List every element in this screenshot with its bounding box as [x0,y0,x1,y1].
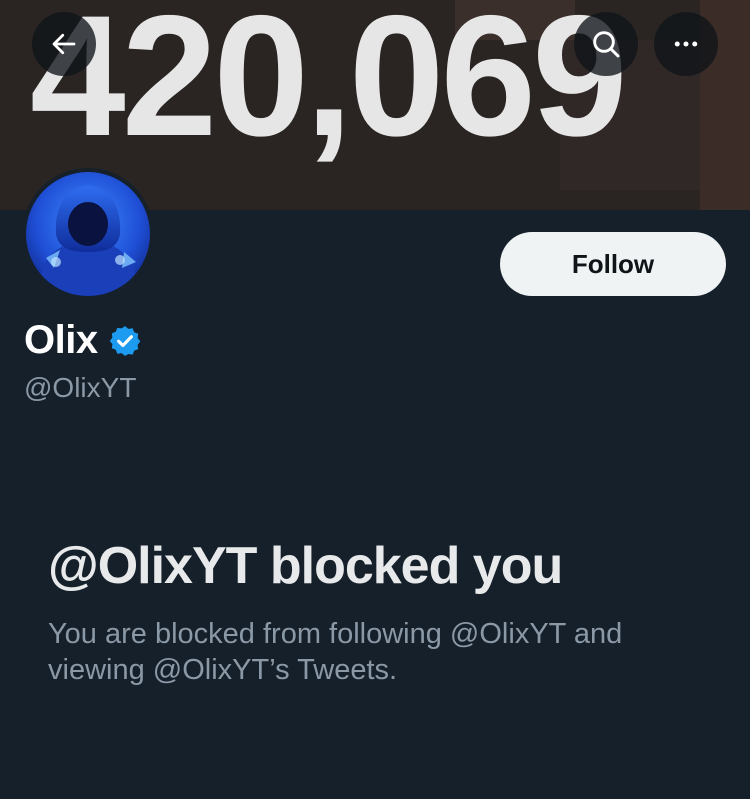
banner-text: 420,069 [30,0,628,172]
search-button[interactable] [574,12,638,76]
search-icon [593,31,620,58]
more-horizontal-icon [674,41,698,47]
follow-button[interactable]: Follow [500,232,726,296]
avatar-image [26,172,150,296]
blocked-description: You are blocked from following @OlixYT a… [48,618,623,686]
profile-name-row: Olix [24,318,142,363]
profile-avatar[interactable] [22,168,154,300]
back-button[interactable] [32,12,96,76]
arrow-left-icon [52,33,76,55]
profile-name: Olix [24,318,98,362]
verified-badge-icon [109,325,140,356]
more-options-button[interactable] [654,12,718,76]
profile-handle: @OlixYT [24,372,137,403]
blocked-title: @OlixYT blocked you [48,537,563,595]
